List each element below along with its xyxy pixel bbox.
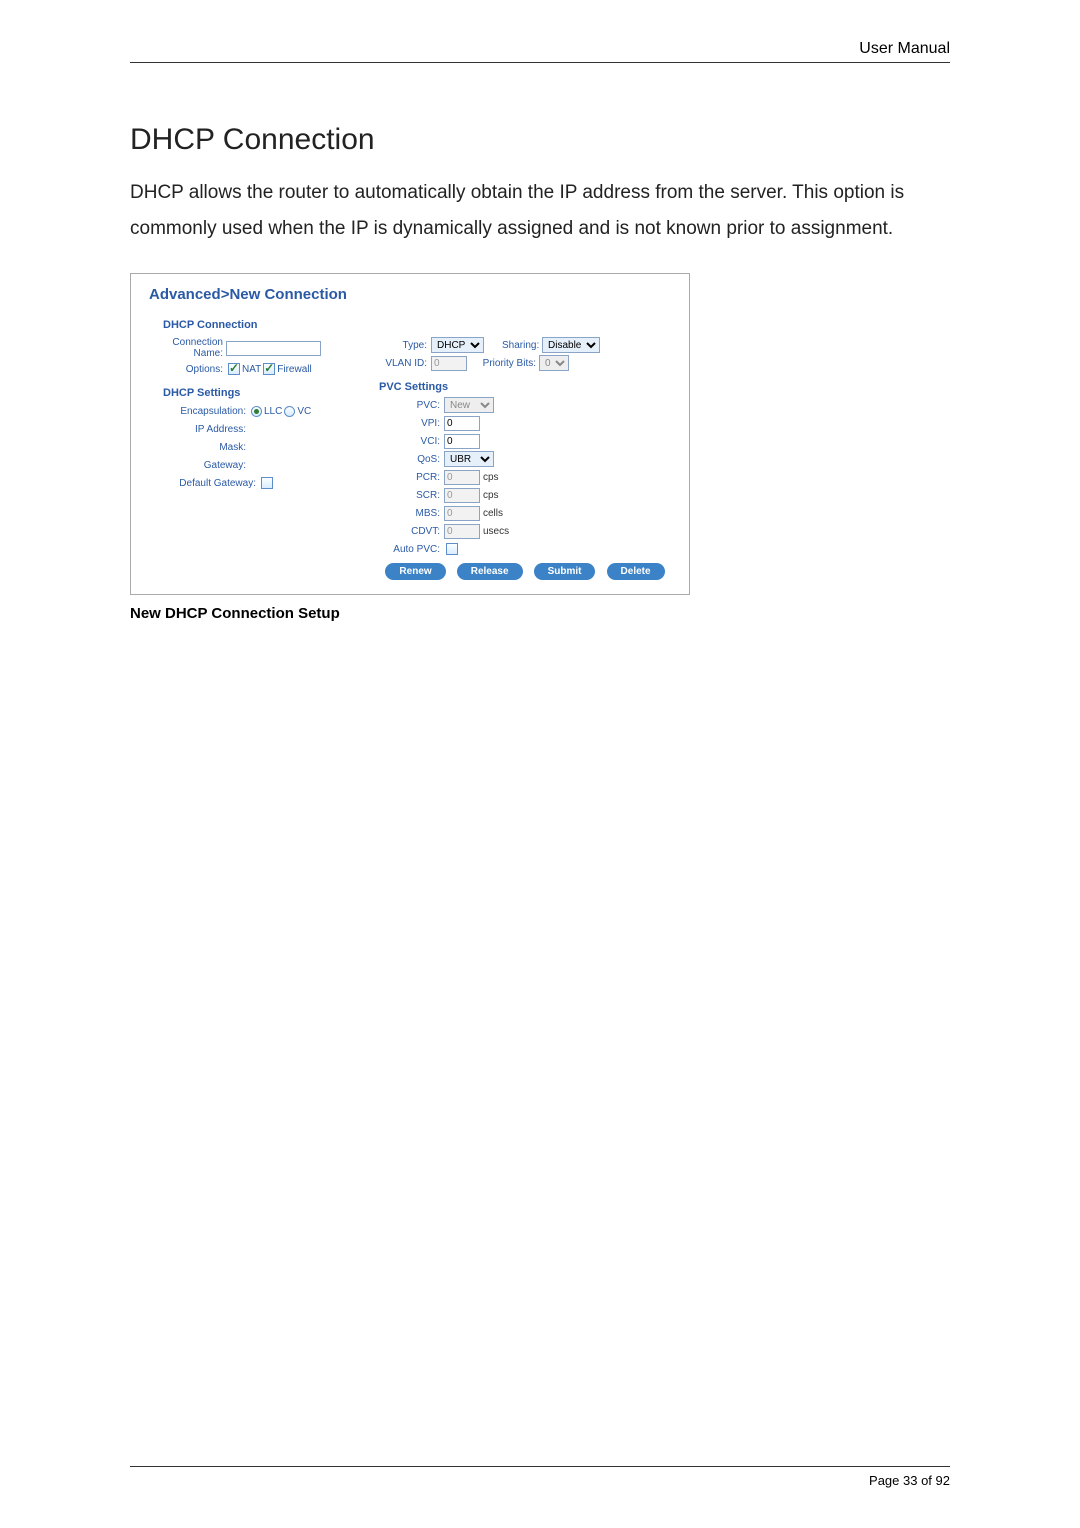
panel-heading: DHCP Connection bbox=[149, 319, 671, 331]
encap-llc-label: LLC bbox=[264, 406, 282, 417]
encap-vc-label: VC bbox=[297, 406, 311, 417]
type-label: Type: bbox=[379, 340, 431, 351]
vlan-label: VLAN ID: bbox=[379, 358, 431, 369]
pcr-input[interactable] bbox=[444, 470, 480, 485]
priority-select[interactable]: 0 bbox=[539, 355, 569, 371]
scr-input[interactable] bbox=[444, 488, 480, 503]
scr-label: SCR: bbox=[379, 490, 444, 501]
submit-button[interactable]: Submit bbox=[534, 563, 596, 580]
encap-llc-radio[interactable] bbox=[251, 406, 262, 417]
conn-name-label: Connection Name: bbox=[163, 337, 226, 359]
encap-vc-radio[interactable] bbox=[284, 406, 295, 417]
cdvt-input[interactable] bbox=[444, 524, 480, 539]
mbs-input[interactable] bbox=[444, 506, 480, 521]
type-select[interactable]: DHCP bbox=[431, 337, 484, 353]
vci-label: VCI: bbox=[379, 436, 444, 447]
priority-label: Priority Bits: bbox=[467, 358, 539, 369]
mbs-label: MBS: bbox=[379, 508, 444, 519]
cdvt-unit: usecs bbox=[480, 526, 509, 537]
panel-breadcrumb: Advanced>New Connection bbox=[149, 286, 671, 311]
mask-label: Mask: bbox=[163, 442, 249, 453]
vlan-input[interactable] bbox=[431, 356, 467, 371]
sharing-select[interactable]: Disable bbox=[542, 337, 600, 353]
qos-label: QoS: bbox=[379, 454, 444, 465]
firewall-checkbox[interactable] bbox=[263, 363, 275, 375]
delete-button[interactable]: Delete bbox=[607, 563, 665, 580]
options-label: Options: bbox=[163, 364, 226, 375]
page-header: User Manual bbox=[130, 40, 950, 63]
gateway-label: Gateway: bbox=[163, 460, 249, 471]
pvc-select[interactable]: New bbox=[444, 397, 494, 413]
right-column: Type: DHCP Sharing: Disable VLAN ID: Pri… bbox=[379, 335, 671, 580]
nat-checkbox[interactable] bbox=[228, 363, 240, 375]
qos-select[interactable]: UBR bbox=[444, 451, 494, 467]
ip-label: IP Address: bbox=[163, 424, 249, 435]
pcr-label: PCR: bbox=[379, 472, 444, 483]
autopvc-label: Auto PVC: bbox=[379, 544, 444, 555]
renew-button[interactable]: Renew bbox=[385, 563, 445, 580]
dhcp-settings-heading: DHCP Settings bbox=[163, 387, 379, 399]
conn-name-input[interactable] bbox=[226, 341, 321, 356]
nat-label: NAT bbox=[242, 364, 261, 375]
defgw-checkbox[interactable] bbox=[261, 477, 273, 489]
config-panel: Advanced>New Connection DHCP Connection … bbox=[130, 273, 690, 595]
cdvt-label: CDVT: bbox=[379, 526, 444, 537]
pvc-label: PVC: bbox=[379, 400, 444, 411]
pvc-heading: PVC Settings bbox=[379, 381, 671, 393]
sharing-label: Sharing: bbox=[484, 340, 542, 351]
autopvc-checkbox[interactable] bbox=[446, 543, 458, 555]
release-button[interactable]: Release bbox=[457, 563, 523, 580]
vci-input[interactable] bbox=[444, 434, 480, 449]
pcr-unit: cps bbox=[480, 472, 499, 483]
mbs-unit: cells bbox=[480, 508, 503, 519]
doc-title: User Manual bbox=[859, 40, 950, 57]
defgw-label: Default Gateway: bbox=[163, 478, 259, 489]
left-column: Connection Name: Options: NAT Firewall D… bbox=[149, 335, 379, 580]
encap-label: Encapsulation: bbox=[163, 406, 249, 417]
section-description: DHCP allows the router to automatically … bbox=[130, 175, 950, 247]
vpi-input[interactable] bbox=[444, 416, 480, 431]
firewall-label: Firewall bbox=[277, 364, 311, 375]
scr-unit: cps bbox=[480, 490, 499, 501]
vpi-label: VPI: bbox=[379, 418, 444, 429]
section-title: DHCP Connection bbox=[130, 123, 950, 157]
page-number: Page 33 of 92 bbox=[869, 1473, 950, 1488]
button-row: Renew Release Submit Delete bbox=[379, 563, 671, 580]
figure-caption: New DHCP Connection Setup bbox=[130, 605, 950, 622]
page-footer: Page 33 of 92 bbox=[130, 1466, 950, 1488]
